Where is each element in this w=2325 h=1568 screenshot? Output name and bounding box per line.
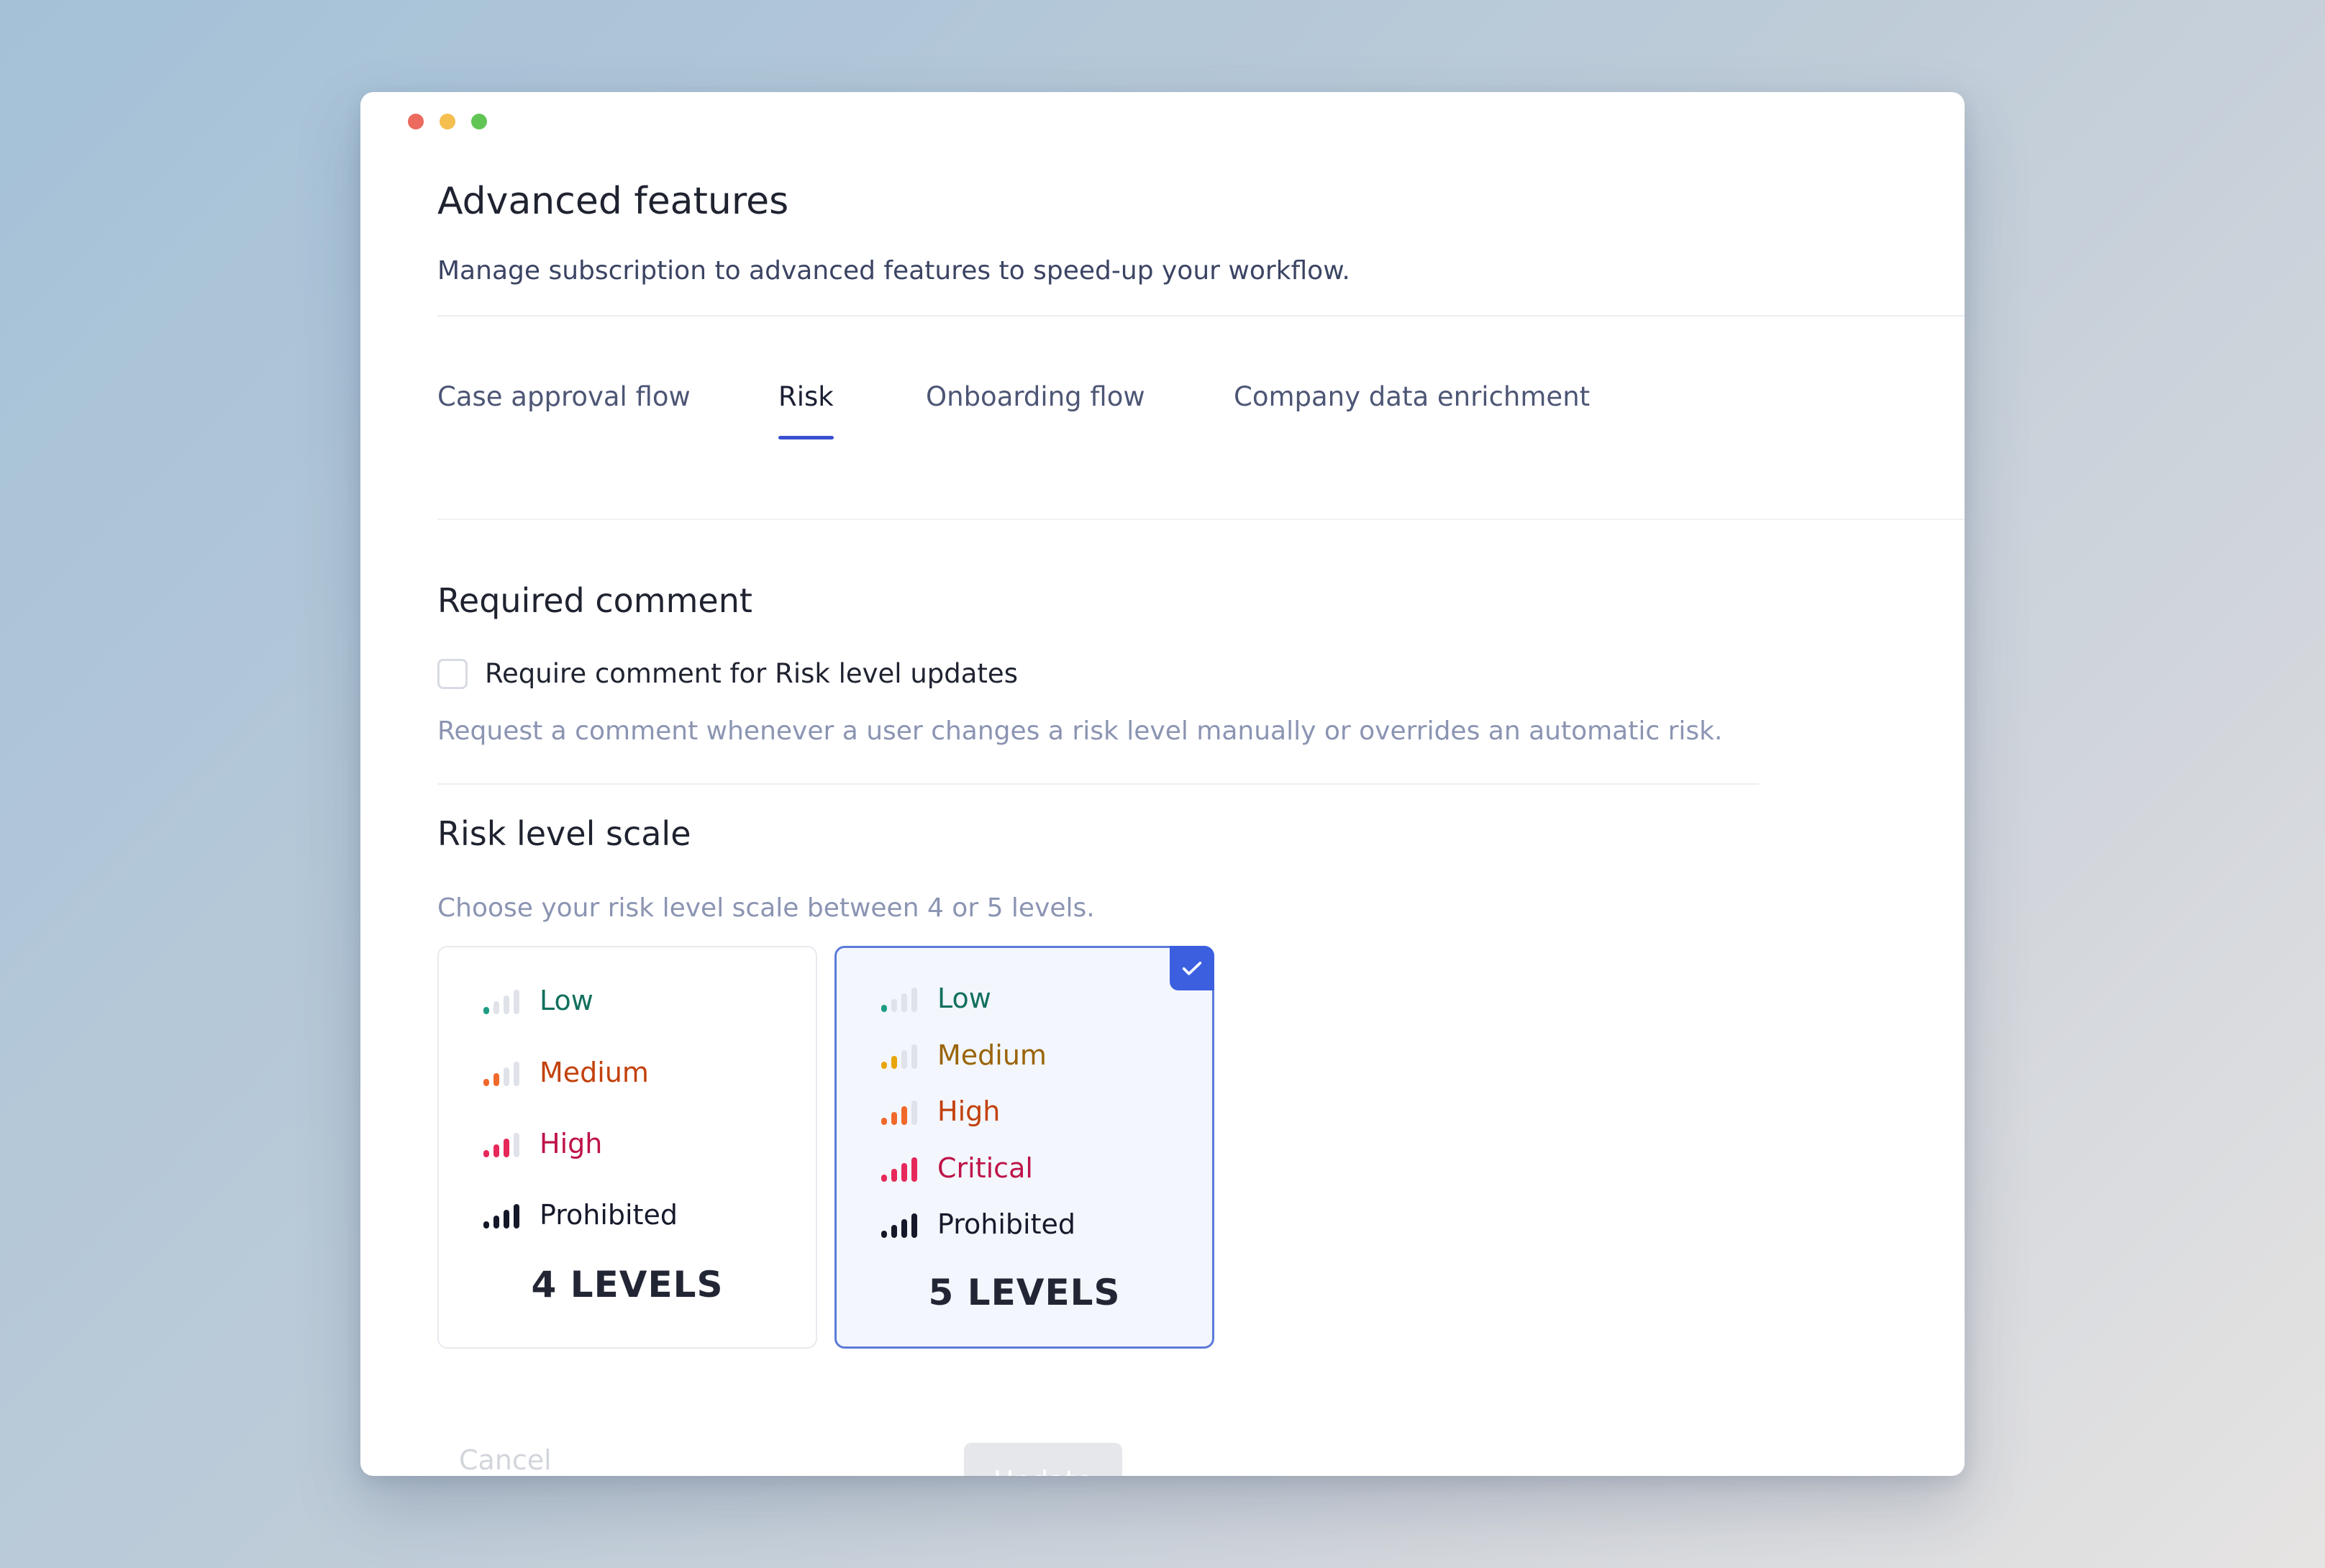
tab-company-data-enrichment[interactable]: Company data enrichment [1234,381,1590,412]
signal-bars-icon [483,1201,527,1229]
signal-bar [901,993,907,1012]
level-row: High [483,1128,602,1159]
level-label: Critical [937,1152,1033,1184]
signal-bars-icon [881,1041,924,1069]
level-label: Prohibited [937,1208,1076,1240]
window-controls [408,114,487,129]
level-row: Medium [483,1057,649,1088]
signal-bar [483,1150,489,1157]
signal-bar [504,995,509,1014]
signal-bar [901,1106,907,1125]
level-label: Medium [937,1039,1047,1071]
signal-bar [483,1007,489,1014]
signal-bar [881,1175,887,1182]
signal-bar [493,1001,499,1014]
level-row: High [881,1095,1000,1127]
tab-bar: Case approval flow Risk Onboarding flow … [437,381,1965,439]
level-row: Prohibited [483,1199,678,1231]
settings-window: Advanced features Manage subscription to… [360,92,1965,1476]
signal-bar [891,999,897,1012]
scale-option-4-levels[interactable]: Low Medium High Prohibited 4 LEVELS [437,946,817,1349]
signal-bar [504,1139,509,1157]
level-label: High [937,1095,1001,1127]
signal-bar [891,1112,897,1125]
require-comment-row: Require comment for Risk level updates [437,658,1018,689]
level-row: Low [483,985,593,1016]
level-row: Critical [881,1152,1033,1184]
level-label: Prohibited [540,1199,678,1231]
signal-bars-icon [881,1098,924,1125]
level-row: Low [881,983,991,1014]
require-comment-checkbox[interactable] [437,658,468,689]
tab-divider [437,519,1965,520]
signal-bar [891,1169,897,1182]
level-label: Low [540,985,593,1016]
signal-bar [911,1213,917,1238]
risk-scale-hint: Choose your risk level scale between 4 o… [437,893,1095,923]
signal-bar [911,1157,917,1182]
signal-bars-icon [483,1059,527,1086]
page-subtitle: Manage subscription to advanced features… [437,256,1350,286]
signal-bar [493,1144,499,1157]
required-comment-hint: Request a comment whenever a user change… [437,716,1723,746]
level-label: Low [937,983,991,1014]
tab-onboarding-flow[interactable]: Onboarding flow [926,381,1145,412]
required-comment-heading: Required comment [437,581,752,620]
signal-bar [514,990,519,1014]
signal-bar [881,1005,887,1012]
zoom-window-button[interactable] [471,114,487,129]
risk-scale-heading: Risk level scale [437,814,691,853]
level-label: Medium [540,1057,649,1088]
signal-bar [483,1221,489,1229]
levels-count: 4 LEVELS [531,1264,724,1305]
checkmark-icon [1170,946,1214,990]
signal-bar [483,1079,489,1086]
signal-bar [911,1044,917,1069]
signal-bar [881,1231,887,1238]
signal-bar [881,1062,887,1069]
minimize-window-button[interactable] [440,114,455,129]
close-window-button[interactable] [408,114,424,129]
level-row: Medium [881,1039,1047,1071]
require-comment-label[interactable]: Require comment for Risk level updates [485,658,1018,689]
signal-bar [493,1216,499,1229]
signal-bars-icon [483,987,527,1014]
signal-bar [514,1204,519,1229]
update-button[interactable]: Update [964,1443,1122,1476]
signal-bar [504,1067,509,1086]
signal-bar [891,1056,897,1069]
signal-bar [901,1050,907,1069]
signal-bars-icon [881,985,924,1012]
signal-bars-icon [881,1211,924,1238]
signal-bar [901,1163,907,1182]
scale-option-5-levels[interactable]: Low Medium High Critical Prohibited 5 LE… [834,946,1214,1349]
signal-bar [514,1133,519,1157]
signal-bar [911,1100,917,1125]
levels-count: 5 LEVELS [928,1272,1121,1313]
signal-bar [911,988,917,1012]
signal-bar [493,1073,499,1086]
signal-bar [891,1225,897,1238]
section-divider [437,783,1759,785]
page-title: Advanced features [437,180,789,223]
signal-bar [881,1118,887,1125]
level-row: Prohibited [881,1208,1075,1240]
signal-bar [504,1210,509,1229]
tab-risk[interactable]: Risk [778,381,834,439]
signal-bar [901,1219,907,1238]
divider [437,315,1965,316]
cancel-button[interactable]: Cancel [459,1444,552,1476]
signal-bars-icon [881,1154,924,1182]
signal-bars-icon [483,1130,527,1157]
tab-case-approval-flow[interactable]: Case approval flow [437,381,691,412]
level-label: High [540,1128,603,1159]
signal-bar [514,1062,519,1086]
